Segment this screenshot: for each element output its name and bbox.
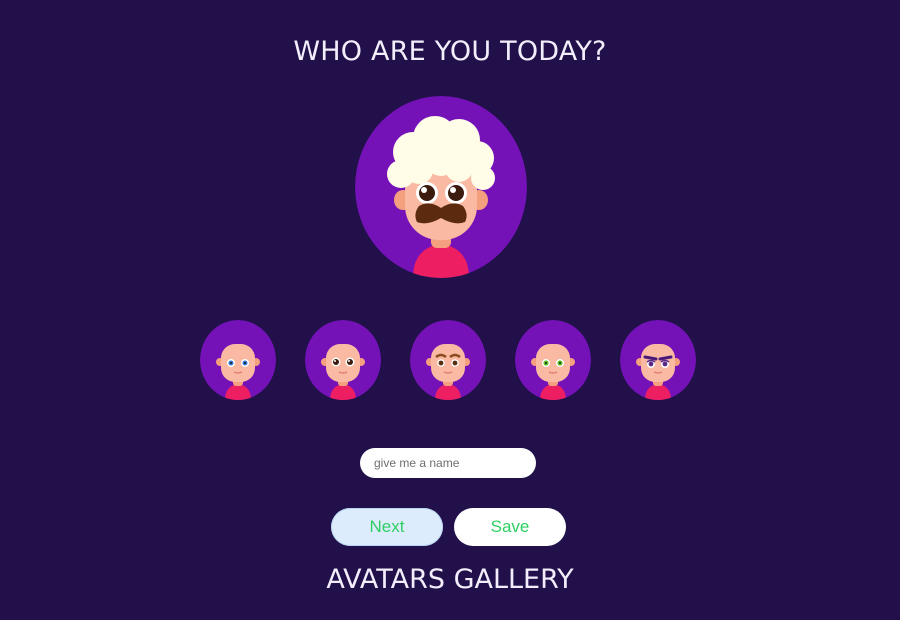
avatar-option-1[interactable] — [200, 320, 276, 400]
avatar-option-icon — [410, 320, 486, 400]
avatar-creator-page: WHO ARE YOU TODAY? give me a name Next S… — [0, 0, 900, 620]
avatar-option-3[interactable] — [410, 320, 486, 400]
avatar-icon — [355, 96, 527, 278]
avatar-option-icon — [305, 320, 381, 400]
avatar-option-icon — [515, 320, 591, 400]
avatar-option-icon — [200, 320, 276, 400]
name-input[interactable] — [360, 448, 536, 478]
avatar-option-4[interactable] — [515, 320, 591, 400]
gallery-title: AVATARS GALLERY — [326, 564, 574, 595]
avatar-option-2[interactable] — [305, 320, 381, 400]
save-button[interactable]: Save — [454, 508, 566, 546]
page-title: WHO ARE YOU TODAY? — [293, 36, 607, 67]
avatar-preview — [355, 96, 527, 278]
next-button[interactable]: Next — [331, 508, 443, 546]
avatar-option-5[interactable] — [620, 320, 696, 400]
avatar-option-icon — [620, 320, 696, 400]
avatar-options — [200, 320, 700, 400]
